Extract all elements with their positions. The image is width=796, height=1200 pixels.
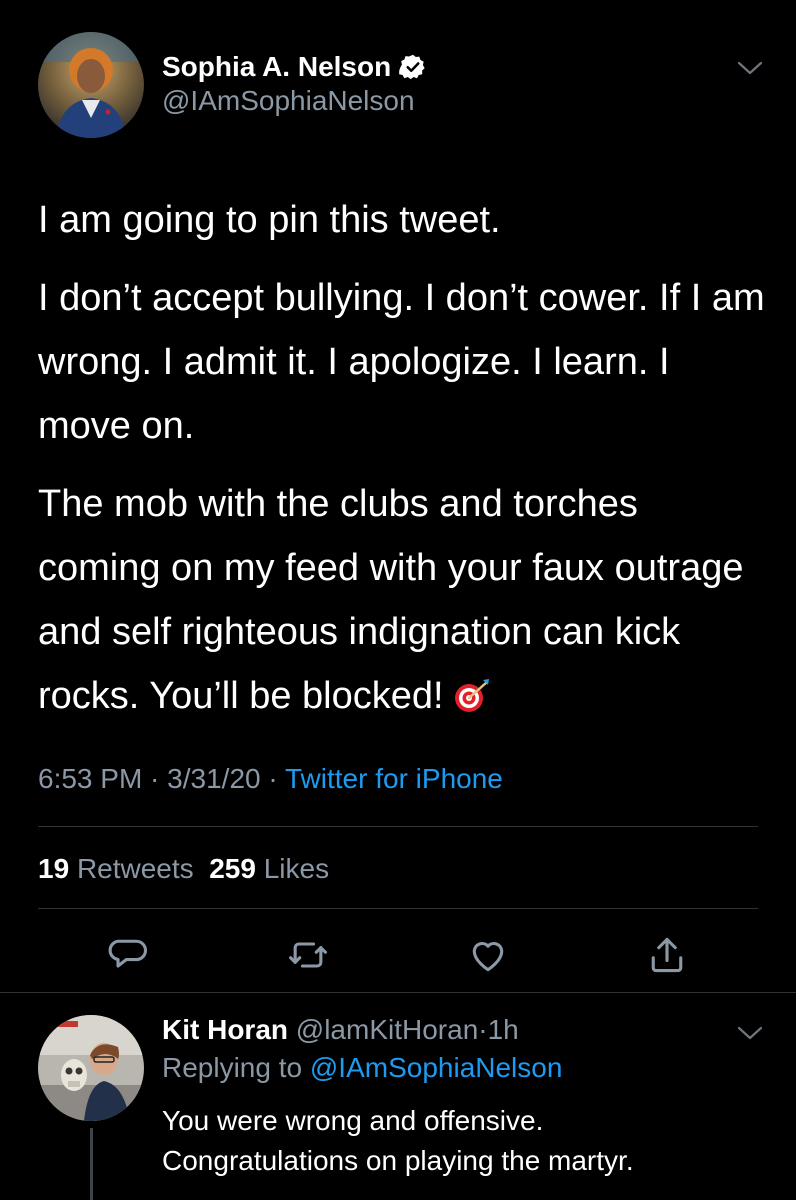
reply-author-handle[interactable]: @lamKitHoran: [296, 1014, 478, 1045]
tweet-date[interactable]: 3/31/20: [167, 763, 260, 794]
author-info: Sophia A. Nelson @IAmSophiaNelson: [162, 50, 427, 118]
replying-to-mention[interactable]: @IAmSophiaNelson: [310, 1052, 563, 1083]
reply-separator: ·: [478, 1014, 488, 1045]
tweet-meta: 6:53 PM · 3/31/20 · Twitter for iPhone: [38, 762, 503, 796]
verified-badge-icon: [399, 54, 425, 80]
reply-header: Kit Horan @lamKitHoran·1h: [162, 1013, 519, 1047]
likes-count: 259: [209, 853, 256, 884]
target-icon: [454, 679, 489, 712]
main-tweet: Sophia A. Nelson @IAmSophiaNelson I am g…: [0, 0, 796, 993]
meta-separator: ·: [142, 763, 168, 794]
tweet-source-link[interactable]: Twitter for iPhone: [285, 763, 503, 794]
author-name[interactable]: Sophia A. Nelson: [162, 50, 391, 84]
likes-label: Likes: [263, 853, 330, 884]
replying-to-label: Replying to: [162, 1052, 303, 1083]
reply-button[interactable]: [104, 930, 154, 980]
divider: [38, 908, 758, 909]
reply-time[interactable]: 1h: [488, 1014, 519, 1045]
divider: [38, 826, 758, 827]
author-handle[interactable]: @IAmSophiaNelson: [162, 84, 427, 118]
author-avatar-image: [38, 32, 144, 138]
tweet-paragraph: The mob with the clubs and torches comin…: [38, 472, 768, 728]
reply-text: You were wrong and offensive. Congratula…: [162, 1101, 762, 1181]
like-button[interactable]: [463, 930, 513, 980]
reply-text-line: Congratulations on playing the martyr.: [162, 1145, 634, 1176]
replying-to: Replying to @IAmSophiaNelson: [162, 1051, 562, 1085]
heart-icon: [472, 942, 504, 972]
retweet-icon: [289, 942, 327, 968]
reply-icon: [108, 939, 148, 968]
tweet-paragraph-text: The mob with the clubs and torches comin…: [38, 483, 744, 717]
reply-text-line: You were wrong and offensive.: [162, 1105, 544, 1136]
retweets-label: Retweets: [76, 853, 194, 884]
tweet-time[interactable]: 6:53 PM: [38, 763, 142, 794]
tweet-text: I am going to pin this tweet. I don’t ac…: [38, 188, 768, 742]
retweets-stat[interactable]: 19 Retweets: [38, 853, 194, 884]
reply-author-avatar[interactable]: [38, 1015, 144, 1121]
tweet-paragraph: I don’t accept bullying. I don’t cower. …: [38, 277, 765, 447]
retweets-count: 19: [38, 853, 70, 884]
chevron-down-icon[interactable]: [735, 1023, 765, 1043]
chevron-down-icon[interactable]: [735, 58, 765, 78]
reply-avatar-image: [38, 1015, 144, 1121]
share-icon: [651, 937, 683, 973]
meta-separator: ·: [260, 763, 285, 794]
tweet-stats: 19 Retweets 259 Likes: [38, 852, 329, 886]
likes-stat[interactable]: 259 Likes: [209, 853, 329, 884]
reply-tweet[interactable]: Kit Horan @lamKitHoran·1h Replying to @I…: [0, 993, 796, 1200]
reply-author-name[interactable]: Kit Horan: [162, 1014, 288, 1045]
author-avatar[interactable]: [38, 32, 144, 138]
tweet-paragraph: I am going to pin this tweet.: [38, 199, 501, 241]
thread-line: [90, 1128, 93, 1200]
share-button[interactable]: [642, 930, 692, 980]
tweet-actions: [0, 930, 796, 980]
retweet-button[interactable]: [283, 930, 333, 980]
